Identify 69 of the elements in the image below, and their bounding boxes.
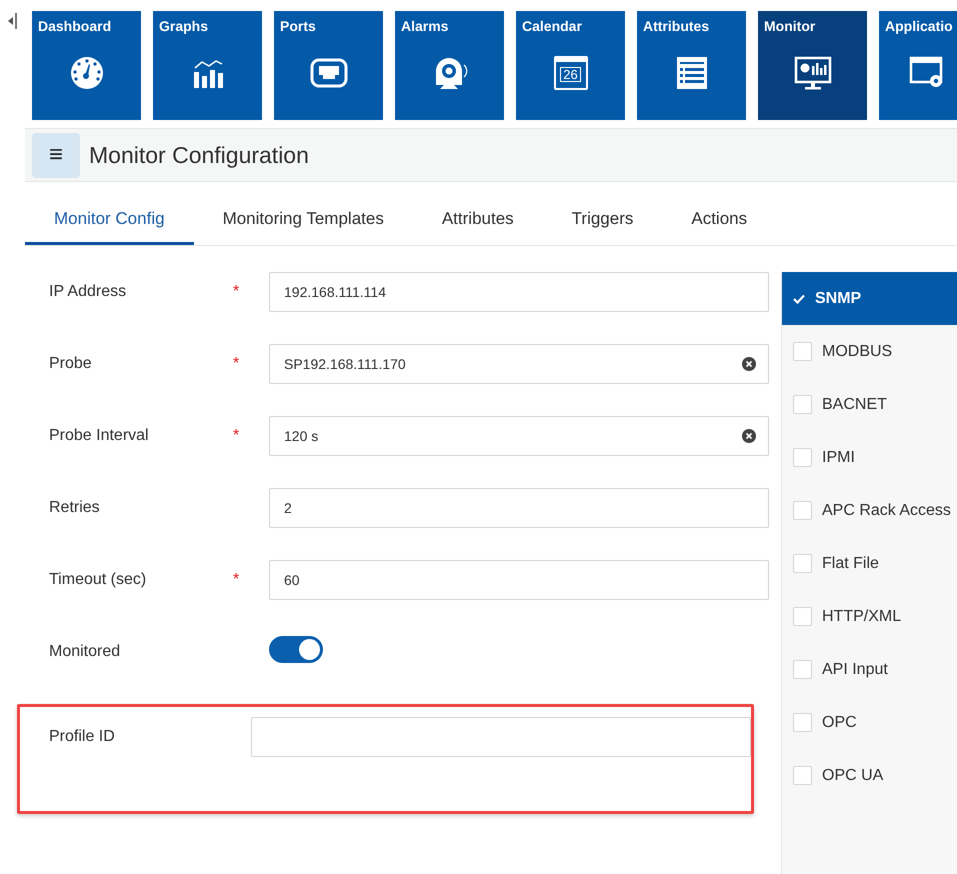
input-field[interactable] [251, 717, 751, 757]
nav-tile[interactable]: Ports [274, 11, 383, 120]
nav-tile[interactable]: Attributes [637, 11, 746, 120]
checkbox [793, 501, 812, 520]
input-field[interactable]: 120 s [269, 416, 769, 456]
required-mark: * [233, 282, 240, 302]
tile-label: Calendar [522, 17, 582, 35]
gauge-icon [70, 56, 104, 90]
protocol-item[interactable]: Flat File [782, 537, 957, 590]
input-field[interactable]: 192.168.111.114 [269, 272, 769, 312]
toggle-switch[interactable] [269, 636, 323, 663]
protocol-item[interactable]: IPMI [782, 431, 957, 484]
field-label: Monitored [49, 642, 122, 662]
page-title: Monitor Configuration [89, 140, 309, 170]
input-field[interactable]: 60 [269, 560, 769, 600]
nav-tile[interactable]: Applicatio [879, 11, 957, 120]
field-label: Probe [49, 354, 93, 374]
list-icon [674, 54, 708, 90]
input-field[interactable]: 2 [269, 488, 769, 528]
calendar-icon: 26 [554, 56, 588, 90]
tile-label: Graphs [159, 17, 208, 35]
required-mark: * [233, 354, 240, 374]
nav-tile[interactable]: Dashboard [32, 11, 141, 120]
protocol-item[interactable]: BACNET [782, 378, 957, 431]
protocol-item[interactable]: API Input [782, 643, 957, 696]
nav-tile[interactable]: Calendar 26 [516, 11, 625, 120]
input-field[interactable]: SP192.168.111.170 [269, 344, 769, 384]
tab[interactable]: Monitor Config [25, 196, 194, 245]
protocol-item[interactable]: OPC [782, 696, 957, 749]
required-mark: * [233, 570, 240, 590]
ethernet-port-icon [310, 58, 348, 88]
tab[interactable]: Attributes [412, 196, 543, 245]
tile-label: Alarms [401, 17, 448, 35]
required-mark: * [233, 426, 240, 446]
tab[interactable]: Triggers [542, 196, 662, 245]
monitor-chart-icon [792, 54, 832, 90]
protocol-item[interactable]: HTTP/XML [782, 590, 957, 643]
tab[interactable]: Actions [662, 196, 776, 245]
checkbox [793, 395, 812, 414]
tile-label: Dashboard [38, 17, 112, 35]
checkbox [793, 660, 812, 679]
collapse-arrow-icon[interactable] [6, 12, 18, 30]
nav-tile[interactable]: Alarms [395, 11, 504, 120]
tile-label: Attributes [643, 17, 710, 35]
checkbox [793, 607, 812, 626]
checkbox [793, 342, 812, 361]
nav-tile[interactable]: Graphs [153, 11, 262, 120]
check-icon [793, 294, 805, 304]
clear-icon[interactable] [742, 357, 756, 371]
clear-icon[interactable] [742, 429, 756, 443]
protocol-item[interactable]: MODBUS [782, 325, 957, 378]
protocol-item[interactable]: OPC UA [782, 749, 957, 802]
protocol-item[interactable]: APC Rack Access [782, 484, 957, 537]
tab[interactable]: Monitoring Templates [194, 196, 413, 245]
nav-tile[interactable]: Monitor [758, 11, 867, 120]
field-label: Probe Interval [49, 426, 150, 446]
menu-button[interactable]: ≡ [32, 132, 80, 178]
checkbox [793, 766, 812, 785]
checkbox [793, 448, 812, 467]
field-label: IP Address [49, 282, 128, 302]
tile-label: Ports [280, 17, 316, 35]
tile-label: Monitor [764, 17, 816, 35]
protocol-item[interactable]: SNMP [782, 272, 957, 325]
field-label: Profile ID [49, 727, 116, 747]
checkbox [793, 554, 812, 573]
field-label: Timeout (sec) [49, 570, 148, 590]
tile-label: Applicatio [885, 17, 953, 35]
field-label: Retries [49, 498, 101, 518]
checkbox [793, 713, 812, 732]
